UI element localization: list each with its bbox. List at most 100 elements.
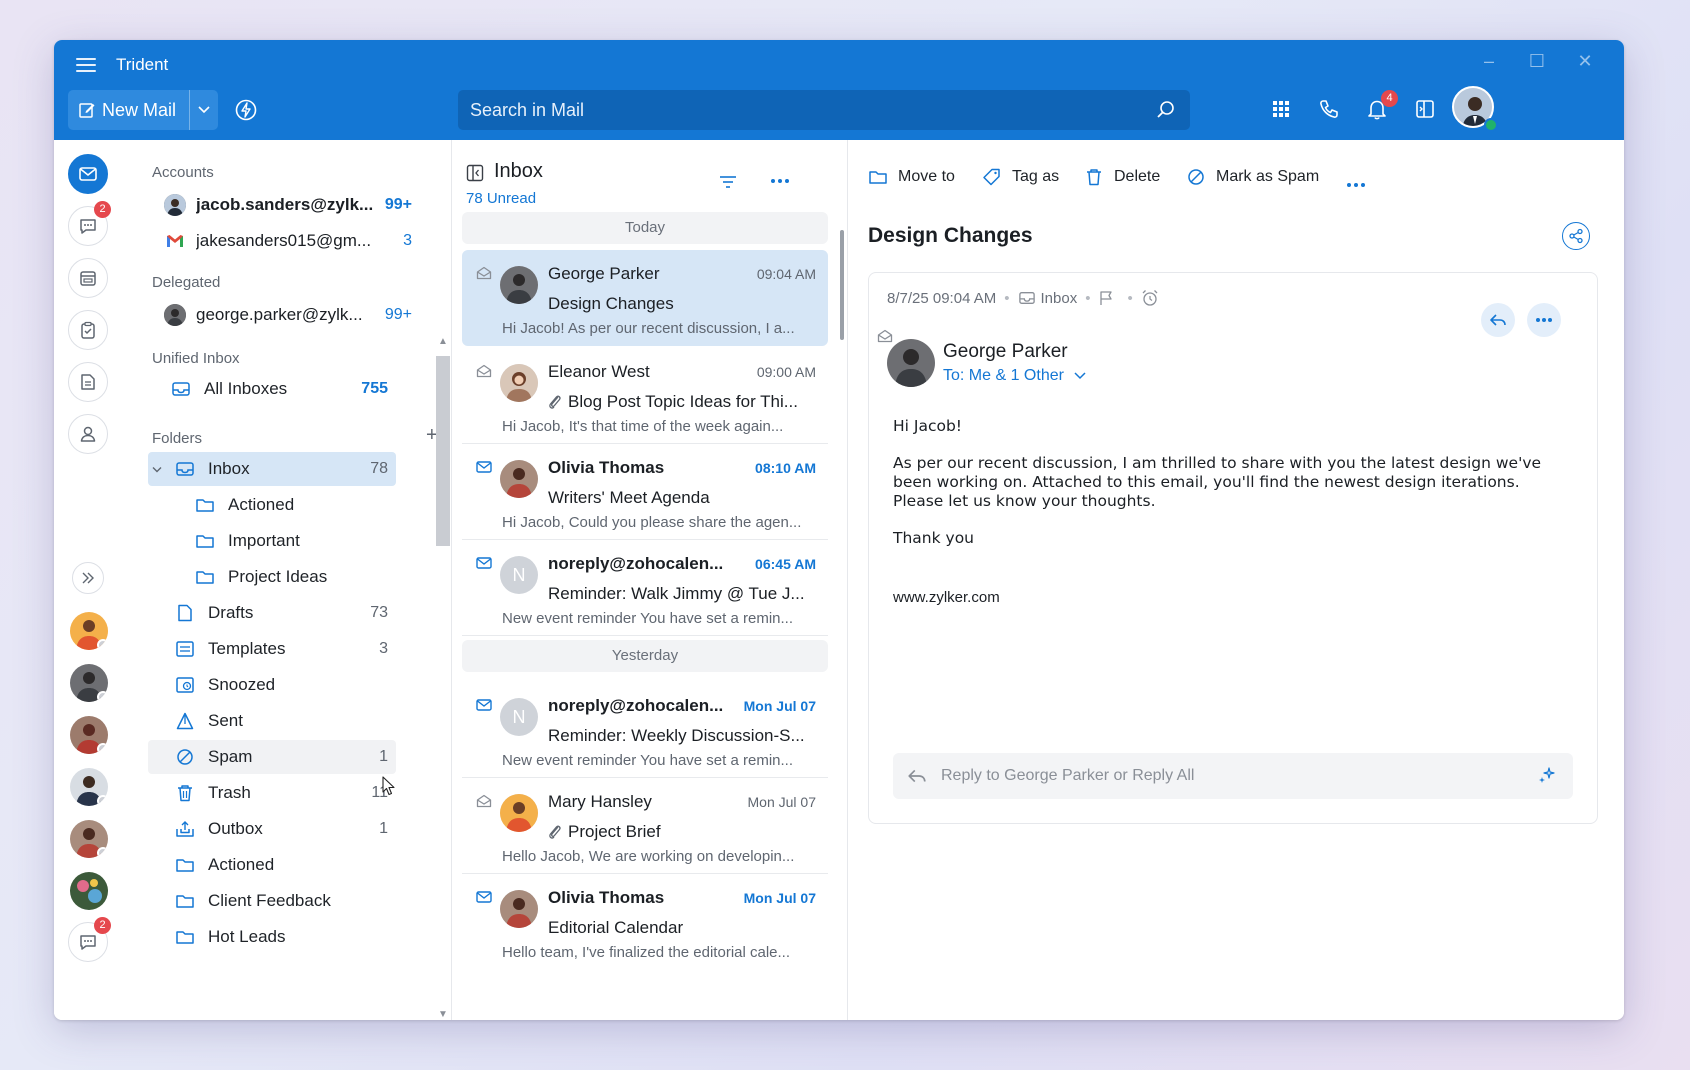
tag-as-button[interactable]: Tag as — [982, 168, 1059, 186]
new-mail-button[interactable]: New Mail — [68, 90, 218, 130]
list-scrollbar[interactable] — [840, 230, 844, 340]
all-inboxes-item[interactable]: All Inboxes 755 — [170, 372, 396, 406]
message-row[interactable]: N noreply@zohocalen... 06:45 AM Reminder… — [462, 540, 828, 636]
phone-icon[interactable] — [1318, 98, 1344, 124]
more-actions-icon[interactable] — [1346, 182, 1366, 188]
contact-avatar[interactable] — [70, 664, 108, 702]
calendar-app-button[interactable] — [68, 258, 108, 298]
quick-actions-icon[interactable] — [234, 98, 260, 124]
reply-input[interactable]: Reply to George Parker or Reply All — [893, 753, 1573, 799]
contact-avatar[interactable] — [70, 612, 108, 650]
minimize-icon[interactable]: – — [1466, 48, 1512, 74]
envelope-icon[interactable] — [476, 794, 492, 808]
envelope-unread-icon[interactable] — [476, 460, 492, 474]
chat-bubbles-button[interactable]: 2 — [68, 917, 111, 962]
message-row[interactable]: Olivia Thomas 08:10 AM Writers' Meet Age… — [462, 444, 828, 540]
contact-avatar[interactable] — [70, 716, 108, 754]
filter-icon[interactable] — [718, 174, 738, 190]
reminder-alarm-icon[interactable] — [1141, 289, 1159, 307]
contacts-app-button[interactable] — [68, 414, 108, 454]
folder-name: Project Ideas — [228, 567, 328, 586]
scroll-down-icon[interactable]: ▼ — [438, 1009, 448, 1020]
folder-actioned[interactable]: Actioned — [194, 488, 396, 522]
message-row[interactable]: N noreply@zohocalen... Mon Jul 07 Remind… — [462, 682, 828, 778]
folder-important[interactable]: Important — [194, 524, 396, 558]
expand-rail-button[interactable] — [72, 562, 104, 594]
envelope-icon[interactable] — [476, 266, 492, 280]
hamburger-menu-icon[interactable] — [74, 54, 98, 78]
folder-client-feedback[interactable]: Client Feedback — [174, 884, 396, 918]
message-row[interactable]: Olivia Thomas Mon Jul 07 Editorial Calen… — [462, 874, 828, 970]
folder-count: 3 — [379, 640, 388, 657]
message-row[interactable]: George Parker 09:04 AM Design Changes Hi… — [462, 250, 828, 346]
folder-sent[interactable]: Sent — [174, 704, 396, 738]
folder-scrollbar[interactable]: ▲ ▼ — [436, 336, 450, 1020]
folder-outbox[interactable]: Outbox 1 — [174, 812, 396, 846]
scrollbar-thumb[interactable] — [436, 356, 450, 546]
folder-trash[interactable]: Trash 11 — [174, 776, 396, 810]
folder-icon — [869, 171, 887, 184]
folder-hot-leads[interactable]: Hot Leads — [174, 920, 396, 954]
mark-as-spam-button[interactable]: Mark as Spam — [1186, 168, 1319, 186]
notifications-bell-icon[interactable]: 4 — [1366, 90, 1398, 124]
chevron-down-icon — [1074, 372, 1086, 380]
envelope-unread-icon[interactable] — [476, 556, 492, 570]
tasks-app-button[interactable] — [68, 310, 108, 350]
email-date: 8/7/25 09:04 AM — [887, 289, 997, 307]
folder-project-ideas[interactable]: Project Ideas — [194, 560, 396, 594]
envelope-icon[interactable] — [476, 364, 492, 378]
search-input[interactable]: Search in Mail — [458, 90, 1190, 130]
message-row[interactable]: Mary Hansley Mon Jul 07 Project Brief He… — [462, 778, 828, 874]
delete-button[interactable]: Delete — [1084, 168, 1160, 186]
search-icon[interactable] — [1156, 100, 1176, 120]
move-to-button[interactable]: Move to — [868, 168, 955, 186]
envelope-unread-icon[interactable] — [476, 698, 492, 712]
account-item[interactable]: jacob.sanders@zylk... 99+ — [164, 190, 412, 220]
account-item[interactable]: jakesanders015@gm... 3 — [164, 226, 412, 256]
envelope-icon[interactable] — [877, 329, 893, 343]
ai-sparkle-icon[interactable] — [1537, 766, 1557, 786]
contact-avatar[interactable] — [70, 820, 108, 858]
folder-name: All Inboxes — [204, 379, 288, 398]
folder-templates[interactable]: Templates 3 — [174, 632, 396, 666]
inbox-icon — [1018, 292, 1035, 304]
new-mail-dropdown[interactable] — [190, 90, 218, 130]
contact-avatar[interactable] — [70, 768, 108, 806]
mail-app-button[interactable] — [68, 154, 108, 194]
folder-inbox[interactable]: Inbox 78 — [148, 452, 396, 486]
app-title: Trident — [116, 55, 169, 74]
chevron-down-icon[interactable] — [152, 459, 168, 479]
email-body: Hi Jacob! As per our recent discussion, … — [893, 417, 1553, 625]
collapse-pane-icon[interactable] — [466, 164, 484, 182]
close-icon[interactable]: ✕ — [1562, 48, 1608, 74]
message-row[interactable]: Eleanor West 09:00 AM Blog Post Topic Id… — [462, 348, 828, 444]
email-recipients[interactable]: To: Me & 1 Other — [943, 367, 1086, 385]
email-folder[interactable]: Inbox — [1041, 290, 1078, 307]
envelope-unread-icon[interactable] — [476, 890, 492, 904]
chat-app-button[interactable]: 2 — [68, 201, 111, 246]
scroll-up-icon[interactable]: ▲ — [438, 336, 448, 347]
folder-actioned[interactable]: Actioned — [174, 848, 396, 882]
more-options-icon[interactable] — [770, 178, 790, 184]
unread-count[interactable]: 78 Unread — [466, 190, 536, 207]
folder-name: Outbox — [208, 819, 263, 838]
sidebar-toggle-icon[interactable] — [1414, 98, 1440, 124]
folder-drafts[interactable]: Drafts 73 — [174, 596, 396, 630]
message-subject: Reminder: Weekly Discussion-S... — [548, 726, 805, 745]
folder-snoozed[interactable]: Snoozed — [174, 668, 396, 702]
email-subject: Design Changes — [868, 224, 1033, 247]
notes-app-button[interactable] — [68, 362, 108, 402]
delegated-account-item[interactable]: george.parker@zylk... 99+ — [164, 300, 412, 330]
reply-button[interactable] — [1481, 303, 1515, 337]
folder-pane: Accounts jacob.sanders@zylk... 99+ jakes… — [130, 140, 452, 1020]
new-mail-main[interactable]: New Mail — [68, 90, 189, 130]
folder-spam[interactable]: Spam 1 — [148, 740, 396, 774]
flag-icon[interactable] — [1098, 290, 1114, 306]
sender-name: Eleanor West — [548, 362, 650, 381]
apps-grid-icon[interactable] — [1270, 98, 1296, 124]
contact-avatar[interactable] — [70, 872, 108, 910]
maximize-icon[interactable]: ☐ — [1514, 48, 1560, 74]
share-icon[interactable] — [1562, 222, 1590, 250]
folder-count: 755 — [361, 380, 388, 397]
more-message-options-button[interactable] — [1527, 303, 1561, 337]
